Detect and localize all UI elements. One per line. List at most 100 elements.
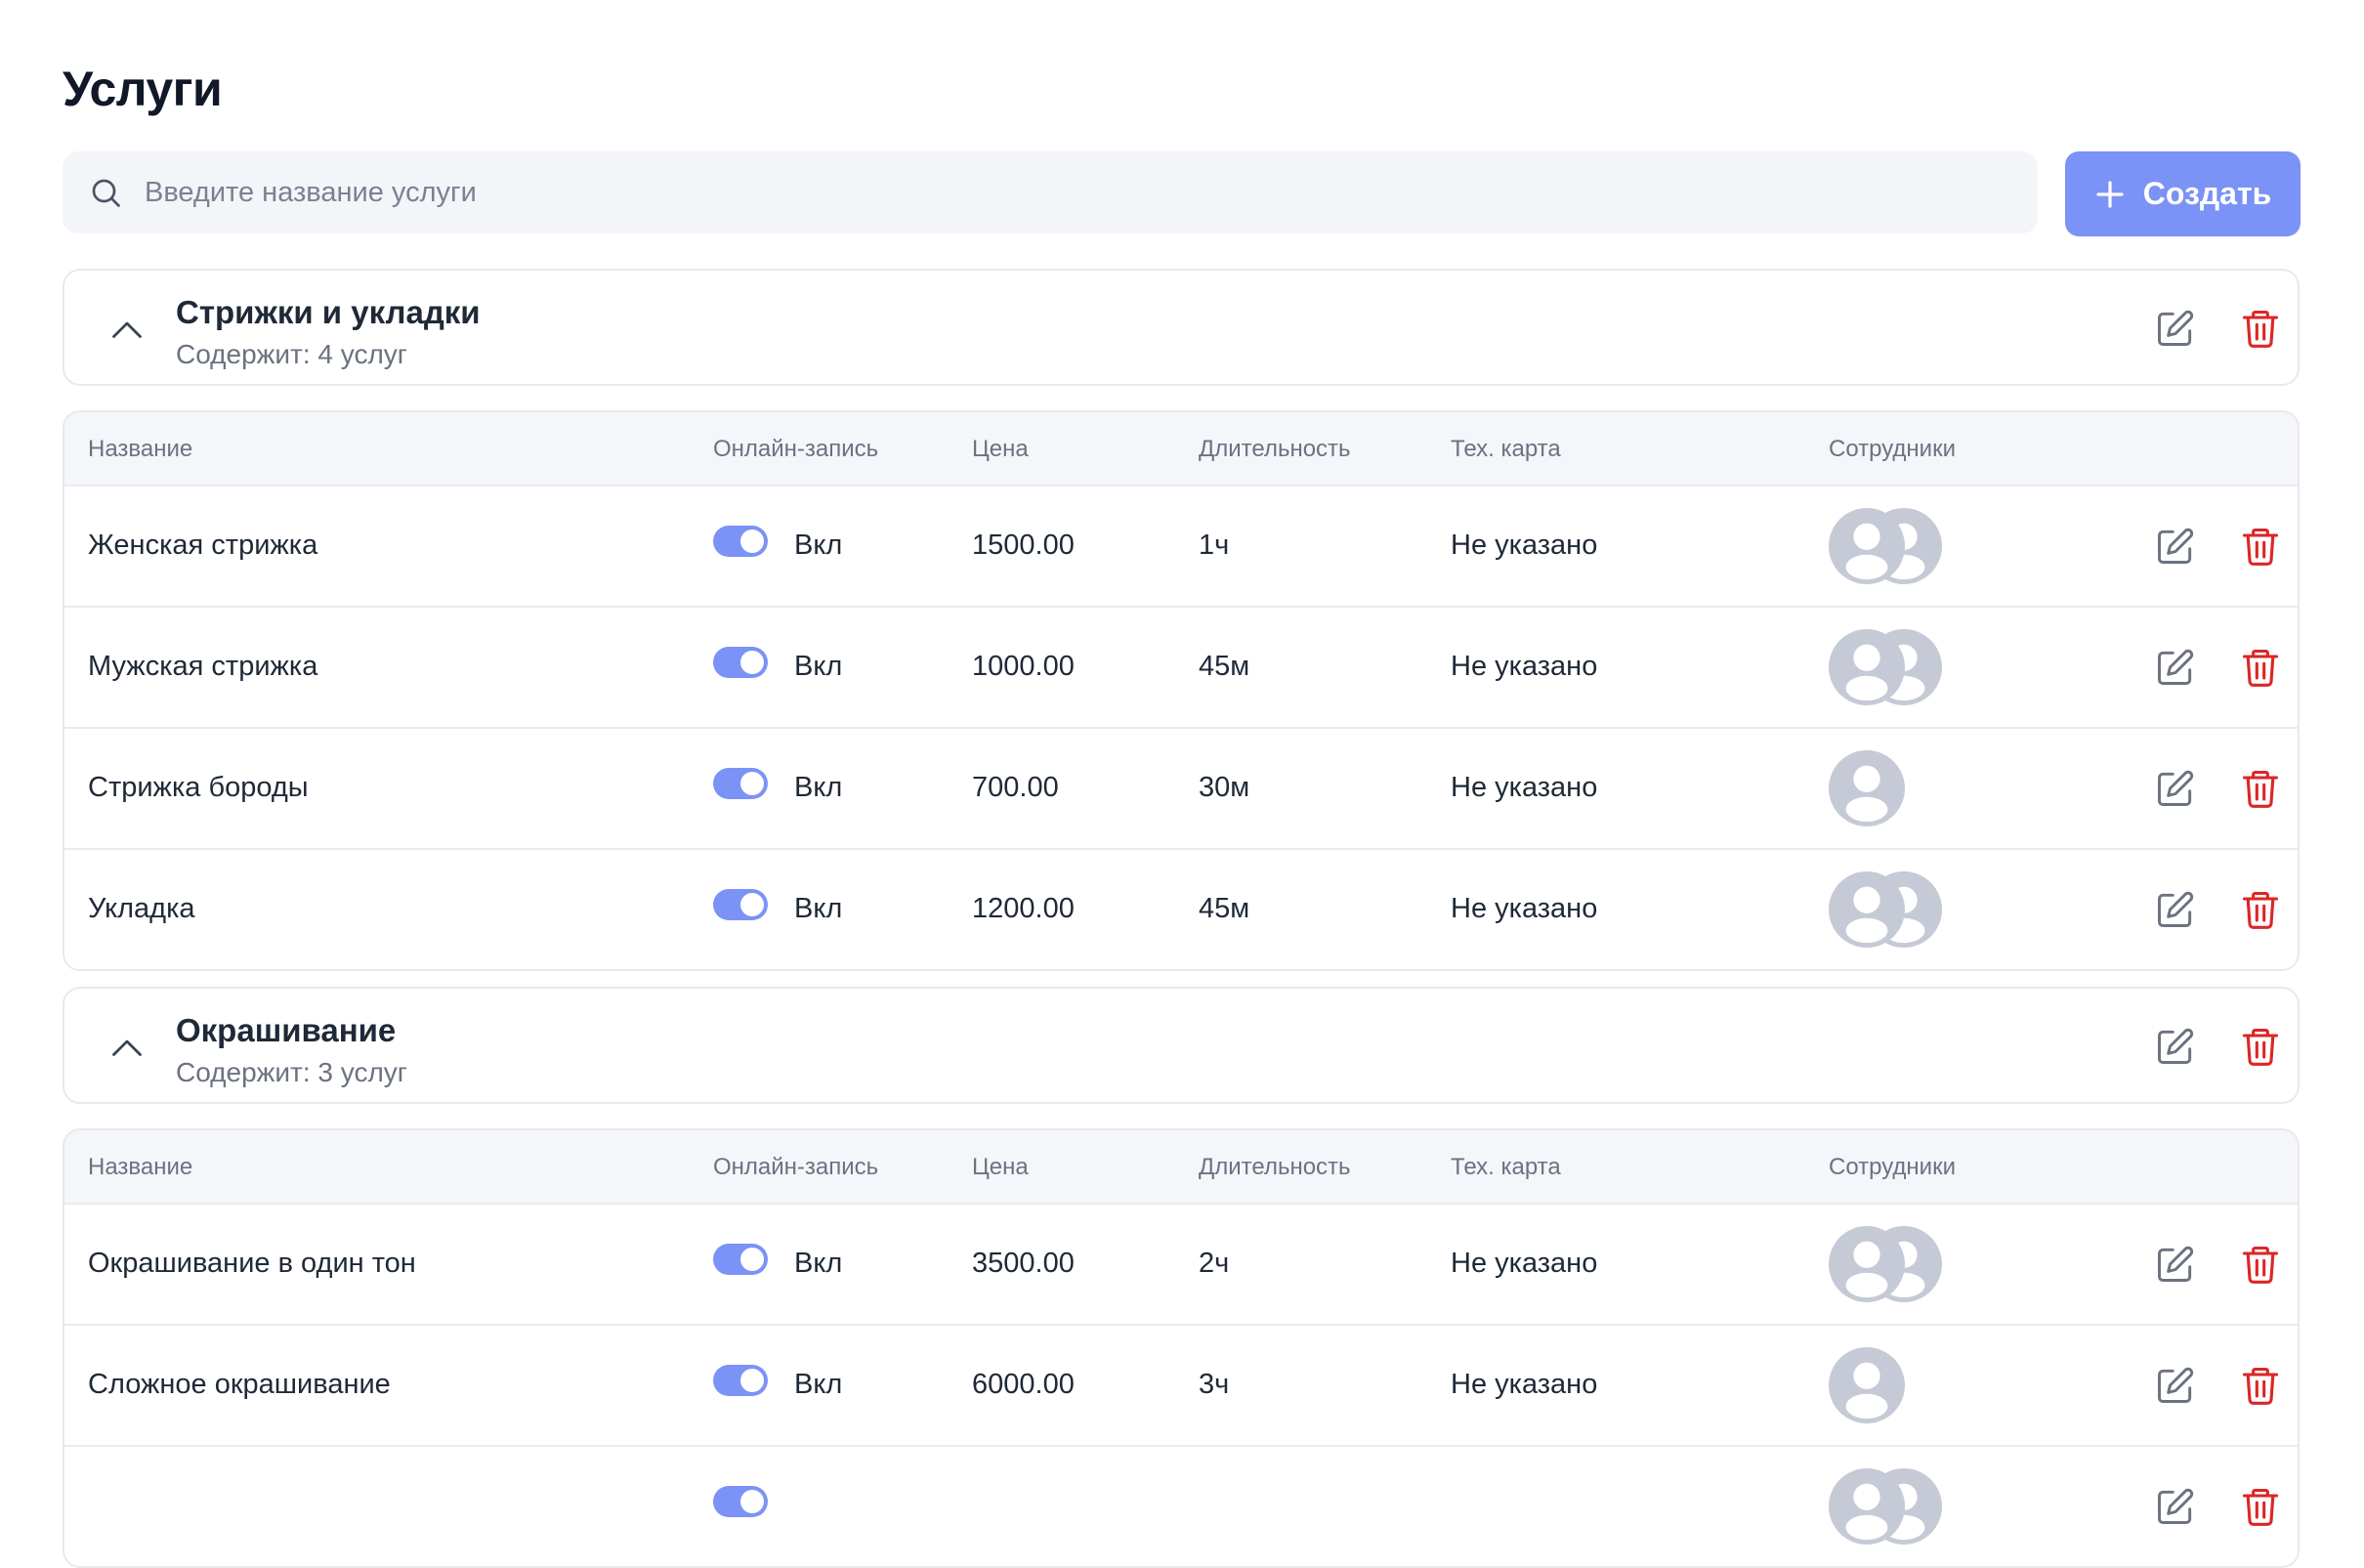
service-price: 1200.00	[972, 893, 1075, 924]
edit-icon[interactable]	[2154, 1364, 2197, 1407]
online-booking-toggle[interactable]	[713, 1486, 768, 1517]
service-name: Стрижка бороды	[88, 772, 309, 803]
edit-icon[interactable]	[2154, 1243, 2197, 1286]
edit-icon[interactable]	[2154, 1025, 2197, 1068]
column-header-duration: Длительность	[1199, 1154, 1351, 1180]
service-duration: 45м	[1199, 651, 1250, 682]
edit-icon[interactable]	[2154, 646, 2197, 689]
group-header: Окрашивание Содержит: 3 услуг	[63, 987, 2300, 1104]
service-price: 6000.00	[972, 1369, 1075, 1400]
service-price: 1500.00	[972, 530, 1075, 561]
table-row[interactable]: Женская стрижка Вкл 1500.00 1ч Не указано	[64, 485, 2298, 606]
group-title: Стрижки и укладки	[176, 294, 481, 330]
avatar	[1829, 1347, 1905, 1423]
table-row[interactable]: Сложное окрашивание Вкл 6000.00 3ч Не указан…	[64, 1324, 2298, 1445]
column-header-name: Название	[88, 1154, 193, 1180]
trash-icon[interactable]	[2239, 1025, 2282, 1068]
column-header-duration: Длительность	[1199, 436, 1351, 462]
edit-icon[interactable]	[2154, 888, 2197, 931]
avatar	[1829, 629, 1905, 705]
group-subtitle: Содержит: 4 услуг	[176, 339, 408, 369]
toggle-knob	[740, 530, 764, 553]
online-booking-toggle[interactable]	[713, 526, 768, 557]
service-duration: 1ч	[1199, 530, 1230, 561]
service-duration: 30м	[1199, 772, 1250, 803]
service-price: 700.00	[972, 772, 1059, 803]
table-row[interactable]: Стрижка бороды Вкл 700.00 30м Не указано	[64, 727, 2298, 848]
tech-card: Не указано	[1451, 651, 1598, 682]
group-title: Окрашивание	[176, 1012, 397, 1048]
tech-card: Не указано	[1451, 893, 1598, 924]
trash-icon[interactable]	[2239, 888, 2282, 931]
toggle-knob	[740, 1490, 764, 1513]
toggle-knob	[740, 772, 764, 795]
table-header: Название Онлайн-запись Цена Длительность Тех…	[64, 1130, 2298, 1203]
tech-card: Не указано	[1451, 772, 1598, 803]
avatar	[1829, 750, 1905, 826]
avatar	[1829, 508, 1905, 584]
table-header: Название Онлайн-запись Цена Длительность Тех…	[64, 412, 2298, 485]
tech-card: Не указано	[1451, 1248, 1598, 1279]
table-row[interactable]: Укладка Вкл 1200.00 45м Не указано	[64, 848, 2298, 969]
tech-card: Не указано	[1451, 530, 1598, 561]
service-price: 1000.00	[972, 651, 1075, 682]
search-input[interactable]	[145, 176, 1903, 209]
avatar	[1829, 1468, 1905, 1545]
column-header-staff: Сотрудники	[1829, 436, 1956, 462]
online-booking-toggle[interactable]	[713, 647, 768, 678]
edit-icon[interactable]	[2154, 525, 2197, 568]
trash-icon[interactable]	[2239, 646, 2282, 689]
trash-icon[interactable]	[2239, 307, 2282, 350]
edit-icon[interactable]	[2154, 307, 2197, 350]
column-header-price: Цена	[972, 436, 1029, 462]
trash-icon[interactable]	[2239, 1364, 2282, 1407]
toggle-knob	[740, 1369, 764, 1392]
edit-icon[interactable]	[2154, 767, 2197, 810]
column-header-staff: Сотрудники	[1829, 1154, 1956, 1180]
table-row[interactable]	[64, 1445, 2298, 1566]
group-header: Стрижки и укладки Содержит: 4 услуг	[63, 269, 2300, 386]
online-booking-toggle[interactable]	[713, 889, 768, 920]
create-button-label: Создать	[2142, 176, 2272, 211]
column-header-price: Цена	[972, 1154, 1029, 1180]
tech-card: Не указано	[1451, 1369, 1598, 1400]
services-table: Название Онлайн-запись Цена Длительность Тех…	[63, 410, 2300, 971]
table-row[interactable]: Окрашивание в один тон Вкл 3500.00 2ч Не ука…	[64, 1203, 2298, 1324]
toggle-knob	[740, 893, 764, 916]
column-header-tech-card: Тех. карта	[1451, 1154, 1561, 1180]
service-name: Сложное окрашивание	[88, 1369, 391, 1400]
service-duration: 3ч	[1199, 1369, 1230, 1400]
services-table: Название Онлайн-запись Цена Длительность Тех…	[63, 1128, 2300, 1568]
chevron-up-icon[interactable]	[109, 315, 145, 344]
avatar	[1829, 871, 1905, 948]
search-bar[interactable]	[63, 151, 2038, 233]
toggle-knob	[740, 1248, 764, 1271]
column-header-online: Онлайн-запись	[713, 436, 879, 462]
trash-icon[interactable]	[2239, 767, 2282, 810]
trash-icon[interactable]	[2239, 525, 2282, 568]
online-booking-label: Вкл	[794, 772, 843, 803]
online-booking-toggle[interactable]	[713, 1244, 768, 1275]
avatar	[1829, 1226, 1905, 1302]
edit-icon[interactable]	[2154, 1485, 2197, 1528]
chevron-up-icon[interactable]	[109, 1033, 145, 1062]
service-name: Мужская стрижка	[88, 651, 318, 682]
toggle-knob	[740, 651, 764, 674]
service-name: Окрашивание в один тон	[88, 1248, 416, 1279]
online-booking-label: Вкл	[794, 1369, 843, 1400]
online-booking-label: Вкл	[794, 1248, 843, 1279]
column-header-name: Название	[88, 436, 193, 462]
group-subtitle: Содержит: 3 услуг	[176, 1057, 408, 1087]
service-duration: 2ч	[1199, 1248, 1230, 1279]
service-name: Укладка	[88, 893, 195, 924]
trash-icon[interactable]	[2239, 1243, 2282, 1286]
service-duration: 45м	[1199, 893, 1250, 924]
online-booking-toggle[interactable]	[713, 768, 768, 799]
trash-icon[interactable]	[2239, 1485, 2282, 1528]
online-booking-toggle[interactable]	[713, 1365, 768, 1396]
create-button[interactable]: Создать	[2065, 151, 2301, 236]
online-booking-label: Вкл	[794, 530, 843, 561]
online-booking-label: Вкл	[794, 651, 843, 682]
service-name: Женская стрижка	[88, 530, 318, 561]
table-row[interactable]: Мужская стрижка Вкл 1000.00 45м Не указано	[64, 606, 2298, 727]
